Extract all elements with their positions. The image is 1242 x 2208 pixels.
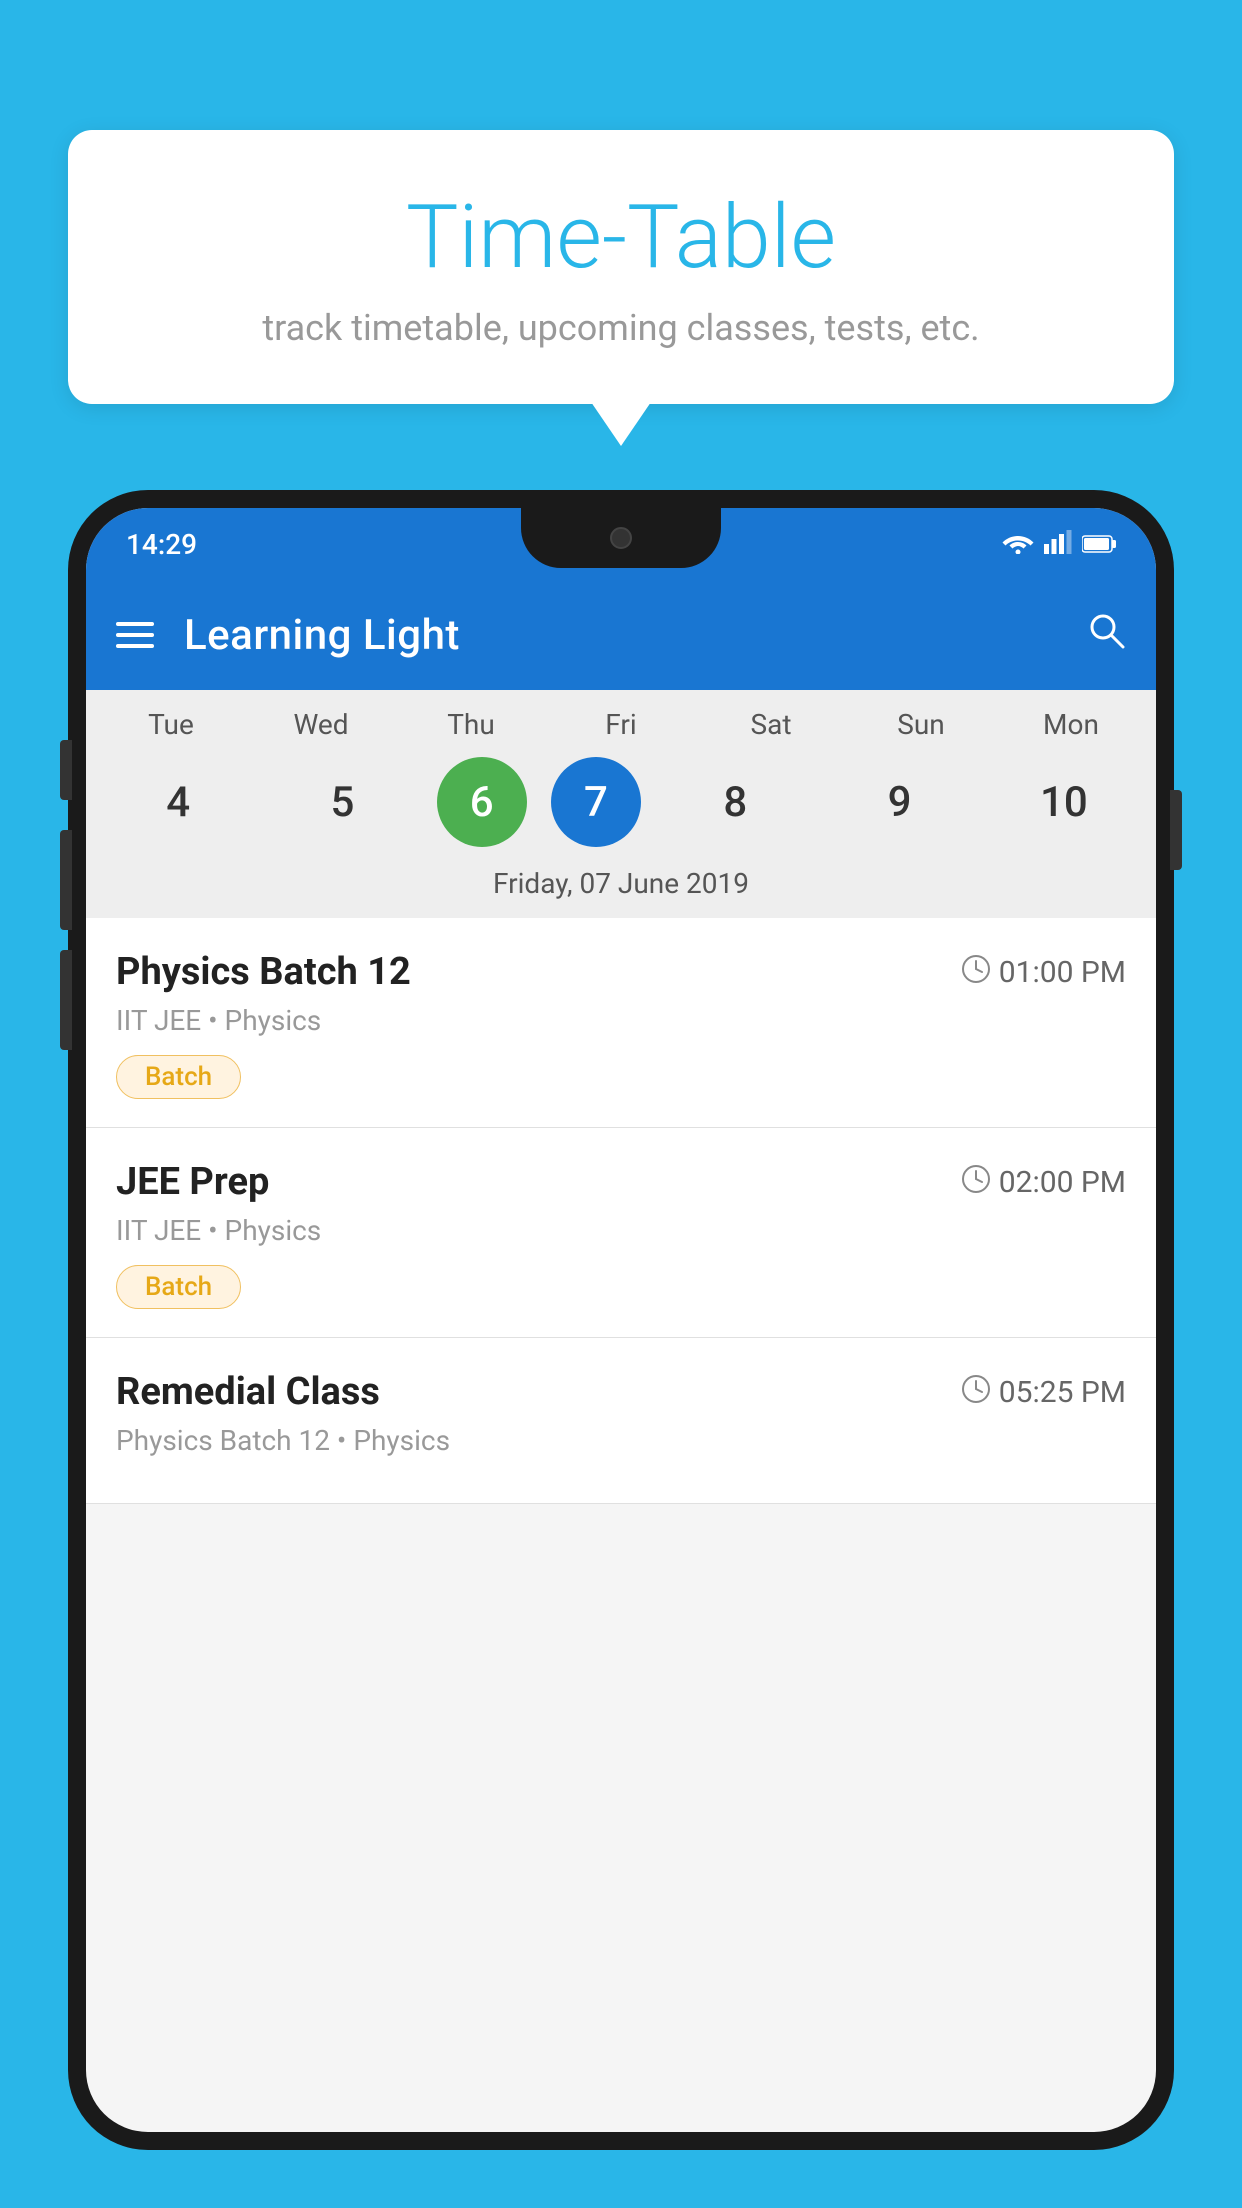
- schedule-item-2-subtitle: IIT JEE • Physics: [116, 1214, 1126, 1247]
- schedule-item-1-subtitle: IIT JEE • Physics: [116, 1004, 1126, 1037]
- front-camera: [610, 527, 632, 549]
- day-header-mon: Mon: [1001, 708, 1141, 741]
- clock-icon-1: [961, 954, 991, 991]
- schedule-item-1-time-text: 01:00 PM: [999, 955, 1126, 990]
- schedule-item-1[interactable]: Physics Batch 12 01:00 PM: [86, 918, 1156, 1128]
- battery-icon: [1082, 528, 1116, 561]
- speech-bubble: Time-Table track timetable, upcoming cla…: [68, 130, 1174, 404]
- schedule-item-2-header: JEE Prep 02:00 PM: [116, 1160, 1126, 1204]
- bubble-subtitle: track timetable, upcoming classes, tests…: [118, 307, 1124, 349]
- phone-body: 14:29: [68, 490, 1174, 2150]
- day-5[interactable]: 5: [272, 757, 412, 847]
- day-header-sat: Sat: [701, 708, 841, 741]
- volume-down-button: [60, 830, 72, 930]
- status-time: 14:29: [126, 528, 197, 561]
- schedule-item-1-time: 01:00 PM: [961, 954, 1126, 991]
- wifi-icon: [1002, 528, 1034, 561]
- selected-date-label: Friday, 07 June 2019: [96, 855, 1146, 918]
- day-header-fri: Fri: [551, 708, 691, 741]
- volume-up-button: [60, 740, 72, 800]
- schedule-item-3-subtitle: Physics Batch 12 • Physics: [116, 1424, 1126, 1457]
- app-title: Learning Light: [184, 611, 1086, 660]
- day-headers: Tue Wed Thu Fri Sat Sun Mon: [96, 708, 1146, 749]
- signal-icon: [1044, 528, 1072, 561]
- phone-screen: 14:29: [86, 508, 1156, 2132]
- calendar-strip: Tue Wed Thu Fri Sat Sun Mon 4 5 6 7 8 9 …: [86, 690, 1156, 918]
- schedule-item-3[interactable]: Remedial Class 05:25 PM: [86, 1338, 1156, 1504]
- day-4[interactable]: 4: [108, 757, 248, 847]
- day-numbers: 4 5 6 7 8 9 10: [96, 749, 1146, 855]
- schedule-item-3-time-text: 05:25 PM: [999, 1375, 1126, 1410]
- schedule-item-3-header: Remedial Class 05:25 PM: [116, 1370, 1126, 1414]
- day-header-wed: Wed: [251, 708, 391, 741]
- schedule-item-1-tag: Batch: [116, 1055, 241, 1099]
- phone-mockup: 14:29: [68, 490, 1174, 2208]
- speech-bubble-section: Time-Table track timetable, upcoming cla…: [68, 130, 1174, 404]
- schedule-item-2-tag: Batch: [116, 1265, 241, 1309]
- bubble-title: Time-Table: [118, 190, 1124, 287]
- schedule-item-1-header: Physics Batch 12 01:00 PM: [116, 950, 1126, 994]
- schedule-item-1-title: Physics Batch 12: [116, 950, 411, 994]
- day-10[interactable]: 10: [994, 757, 1134, 847]
- day-6-today[interactable]: 6: [437, 757, 527, 847]
- day-8[interactable]: 8: [665, 757, 805, 847]
- schedule-item-2[interactable]: JEE Prep 02:00 PM: [86, 1128, 1156, 1338]
- day-header-sun: Sun: [851, 708, 991, 741]
- status-icons: [1002, 528, 1116, 561]
- app-bar: Learning Light: [86, 580, 1156, 690]
- day-header-tue: Tue: [101, 708, 241, 741]
- schedule-item-3-title: Remedial Class: [116, 1370, 380, 1414]
- clock-icon-2: [961, 1164, 991, 1201]
- day-header-thu: Thu: [401, 708, 541, 741]
- schedule-item-2-time: 02:00 PM: [961, 1164, 1126, 1201]
- menu-button[interactable]: [116, 622, 154, 648]
- day-9[interactable]: 9: [830, 757, 970, 847]
- search-button[interactable]: [1086, 610, 1126, 660]
- schedule-item-2-title: JEE Prep: [116, 1160, 269, 1204]
- day-7-selected[interactable]: 7: [551, 757, 641, 847]
- power-button: [1170, 790, 1182, 870]
- schedule-item-3-time: 05:25 PM: [961, 1374, 1126, 1411]
- schedule-item-2-time-text: 02:00 PM: [999, 1165, 1126, 1200]
- silent-button: [60, 950, 72, 1050]
- phone-notch: [521, 508, 721, 568]
- schedule-list: Physics Batch 12 01:00 PM: [86, 918, 1156, 1504]
- clock-icon-3: [961, 1374, 991, 1411]
